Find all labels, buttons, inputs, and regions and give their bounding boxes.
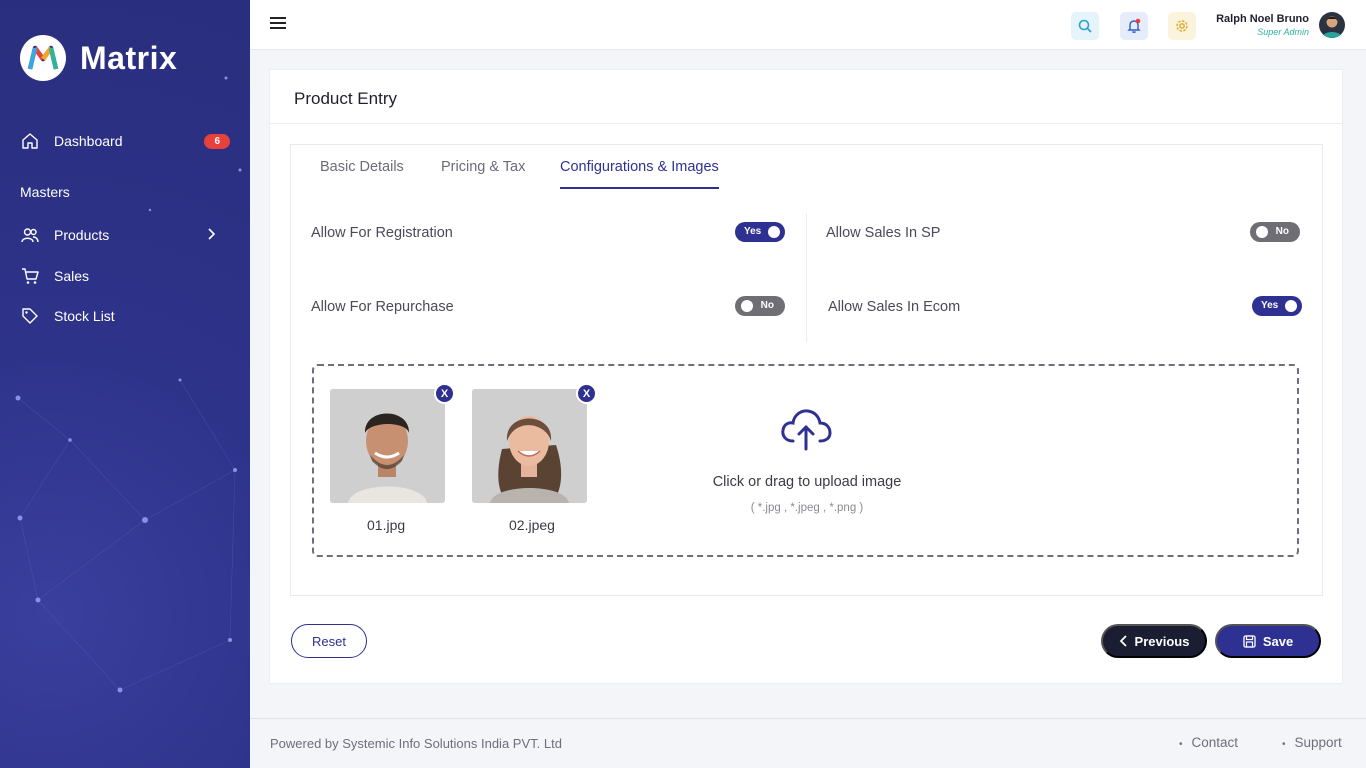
brand[interactable]: Matrix <box>20 35 177 81</box>
avatar[interactable] <box>1319 12 1345 38</box>
users-icon <box>20 225 40 245</box>
notification-badge: 6 <box>204 133 230 149</box>
sidebar-item-label: Dashboard <box>54 133 123 149</box>
save-button[interactable]: Save <box>1215 624 1321 658</box>
image-dropzone[interactable]: X 01.jpg X 02.jpeg Click or drag to uplo… <box>312 364 1299 557</box>
sidebar-background-pattern <box>15 76 242 693</box>
toggle-state-label: Yes <box>1261 300 1279 311</box>
toggle-state-label: Yes <box>744 226 762 237</box>
previous-button[interactable]: Previous <box>1101 624 1207 658</box>
footer-link-contact[interactable]: Contact <box>1179 735 1239 750</box>
search-button[interactable] <box>1071 12 1099 40</box>
user-role: Super Admin <box>1257 27 1309 37</box>
user-info[interactable]: Ralph Noel Bruno Super Admin <box>1216 13 1309 37</box>
image-thumbnail-02 <box>472 389 587 503</box>
image-filename: 01.jpg <box>367 517 406 533</box>
toggle-allow-sales-sp[interactable]: No <box>1250 222 1300 242</box>
brand-name: Matrix <box>80 39 178 76</box>
search-icon <box>1078 19 1092 33</box>
footer: Powered by Systemic Info Solutions India… <box>250 718 1366 768</box>
option-label-allow-sales-ecom: Allow Sales In Ecom <box>828 299 961 315</box>
user-name: Ralph Noel Bruno <box>1216 13 1309 25</box>
footer-copyright: Powered by Systemic Info Solutions India… <box>270 736 562 751</box>
toggle-state-label: No <box>1275 226 1289 237</box>
chevron-left-icon <box>1119 635 1127 647</box>
remove-image-02-button[interactable]: X <box>576 383 597 404</box>
gear-icon <box>1176 20 1188 32</box>
toggle-state-label: No <box>760 300 774 311</box>
reset-button[interactable]: Reset <box>291 624 367 658</box>
footer-link-support[interactable]: Support <box>1282 735 1342 750</box>
page-title: Product Entry <box>294 89 397 108</box>
save-icon <box>1243 634 1256 648</box>
matrix-logo-icon <box>20 35 66 81</box>
option-label-allow-repurchase: Allow For Repurchase <box>311 299 454 315</box>
tag-icon <box>20 306 40 326</box>
notifications-button[interactable] <box>1120 12 1148 40</box>
tab-panel: Basic Details Pricing & Tax Configuratio… <box>290 144 1323 596</box>
option-label-allow-sales-sp: Allow Sales In SP <box>826 225 941 241</box>
upload-hint: ( *.jpg , *.jpeg , *.png ) <box>750 502 864 514</box>
tab-basic-details[interactable]: Basic Details <box>320 159 404 187</box>
column-divider <box>806 213 807 343</box>
sidebar-item-stock-list[interactable]: Stock List <box>20 302 232 330</box>
option-label-allow-registration: Allow For Registration <box>311 225 453 241</box>
image-filename: 02.jpeg <box>509 517 555 533</box>
chevron-right-icon <box>206 227 216 243</box>
save-label: Save <box>1262 633 1294 649</box>
tab-configurations-images[interactable]: Configurations & Images <box>560 159 719 189</box>
sidebar-item-dashboard[interactable]: Dashboard 6 <box>20 127 232 155</box>
previous-label: Previous <box>1134 633 1190 649</box>
settings-button[interactable] <box>1168 12 1196 40</box>
sidebar-item-sales[interactable]: Sales <box>20 262 232 290</box>
sidebar-item-products[interactable]: Products <box>20 221 232 249</box>
menu-icon[interactable] <box>270 17 286 31</box>
toggle-allow-registration[interactable]: Yes <box>735 222 785 242</box>
home-icon <box>20 131 40 151</box>
cloud-upload-icon <box>779 407 833 456</box>
reset-label: Reset <box>312 633 346 649</box>
toggle-allow-repurchase[interactable]: No <box>735 296 785 316</box>
toggle-allow-sales-ecom[interactable]: Yes <box>1252 296 1302 316</box>
divider <box>270 123 1342 124</box>
product-entry-card: Product Entry Basic Details Pricing & Ta… <box>269 69 1343 684</box>
sidebar-item-label: Sales <box>54 268 90 284</box>
sidebar-item-label: Products <box>54 227 110 243</box>
sidebar-section-masters: Masters <box>20 184 70 200</box>
topbar: Ralph Noel Bruno Super Admin <box>250 0 1366 50</box>
bell-icon <box>1127 18 1141 33</box>
tab-pricing-tax[interactable]: Pricing & Tax <box>441 159 525 187</box>
remove-image-01-button[interactable]: X <box>434 383 455 404</box>
sidebar-item-label: Stock List <box>54 308 115 324</box>
cart-icon <box>20 266 40 286</box>
sidebar: Matrix Dashboard 6 Masters Products Sale… <box>0 0 250 768</box>
image-thumbnail-01 <box>330 389 445 503</box>
upload-prompt: Click or drag to upload image <box>712 474 902 490</box>
